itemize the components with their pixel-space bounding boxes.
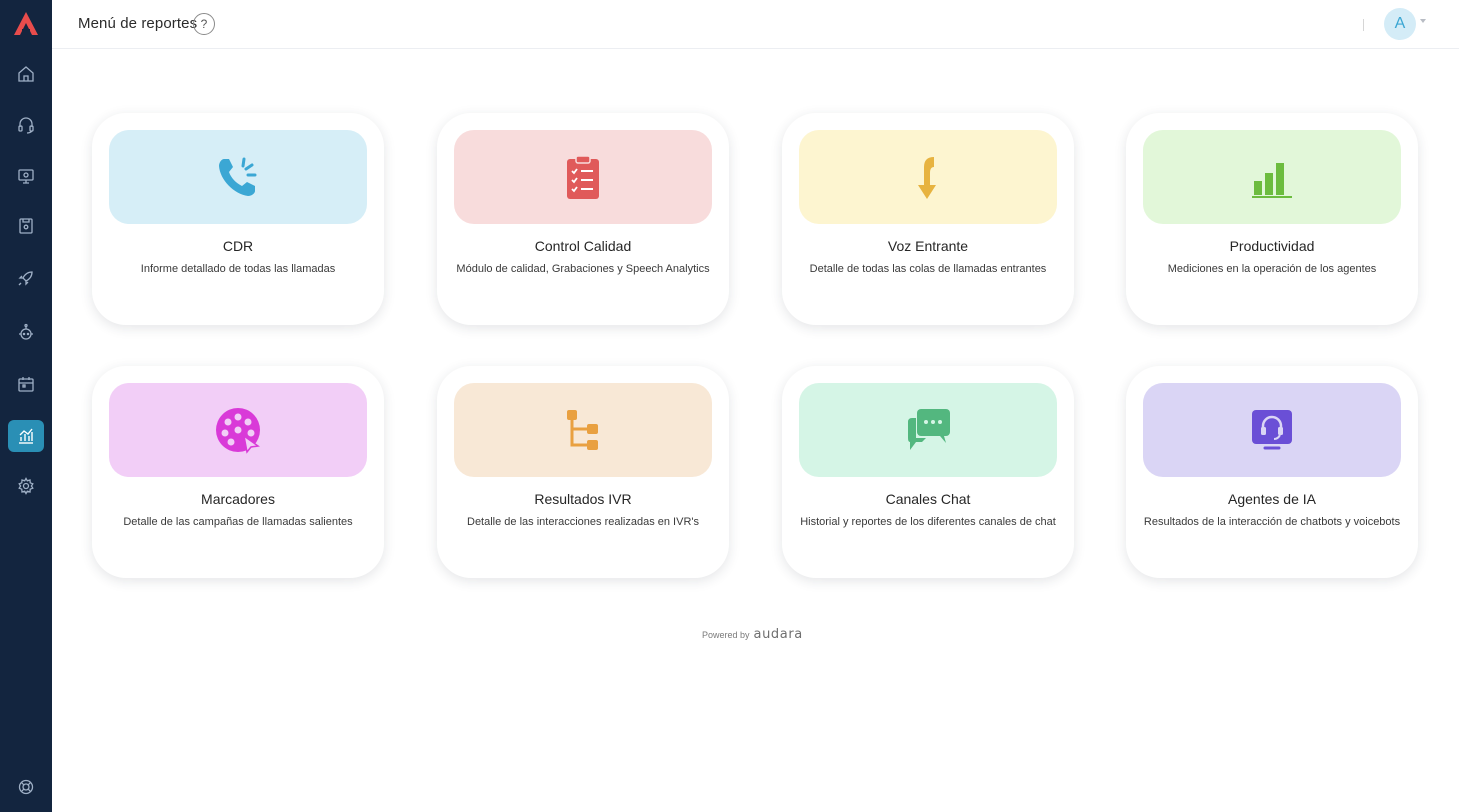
card-title: CDR (222, 238, 254, 254)
card-description: Detalle de todas las colas de llamadas e… (809, 263, 1047, 275)
sidebar-item-reports[interactable] (8, 420, 44, 452)
sidebar-item-bots[interactable] (8, 316, 44, 348)
powered-by-label: Powered by (702, 630, 750, 640)
card-description: Historial y reportes de los diferentes c… (800, 516, 1056, 528)
user-avatar[interactable]: A (1384, 8, 1416, 40)
card-description: Módulo de calidad, Grabaciones y Speech … (456, 263, 710, 275)
card-icon-tile (1143, 383, 1401, 477)
report-card-productividad[interactable]: Productividad Mediciones en la operación… (1126, 113, 1418, 325)
chat-bubbles-icon (908, 409, 950, 450)
home-icon (18, 66, 34, 82)
top-header: Menú de reportes ? A (52, 0, 1459, 49)
card-title: Productividad (1229, 238, 1315, 254)
card-icon-tile (454, 383, 712, 477)
sidebar-item-support[interactable] (8, 771, 44, 803)
contact-book-icon (19, 218, 33, 234)
card-description: Informe detallado de todas las llamadas (140, 263, 336, 275)
robot-icon (19, 323, 33, 340)
ai-agent-icon (1252, 410, 1292, 450)
card-description: Resultados de la interacción de chatbots… (1143, 516, 1401, 528)
card-icon-tile (109, 130, 367, 224)
help-button[interactable]: ? (193, 13, 215, 35)
card-icon-tile (109, 383, 367, 477)
clipboard-icon (567, 155, 599, 199)
card-title: Canales Chat (885, 491, 971, 507)
report-card-cdr[interactable]: CDR Informe detallado de todas las llama… (92, 113, 384, 325)
card-icon-tile (1143, 130, 1401, 224)
headset-icon (18, 117, 34, 134)
card-icon-tile (454, 130, 712, 224)
gear-icon (18, 477, 34, 495)
page-title: Menú de reportes (78, 15, 198, 32)
card-title: Control Calidad (534, 238, 632, 254)
brand-wordmark: audara (753, 627, 803, 642)
card-title: Agentes de IA (1228, 491, 1316, 507)
sidebar-item-agents[interactable] (8, 109, 44, 141)
dialer-icon (216, 408, 260, 454)
sidebar-item-settings[interactable] (8, 470, 44, 502)
card-title: Marcadores (201, 491, 275, 507)
report-card-control-calidad[interactable]: Control Calidad Módulo de calidad, Graba… (437, 113, 729, 325)
card-title: Resultados IVR (534, 491, 632, 507)
chart-icon (19, 428, 33, 444)
sidebar-item-calendar[interactable] (8, 368, 44, 400)
report-card-resultados-ivr[interactable]: Resultados IVR Detalle de las interaccio… (437, 366, 729, 578)
incoming-arrow-icon (918, 157, 936, 199)
card-icon-tile (799, 130, 1057, 224)
audara-logo-icon[interactable] (12, 10, 40, 38)
calendar-icon (18, 377, 34, 392)
sidebar-item-contacts[interactable] (8, 210, 44, 242)
card-description: Detalle de las interacciones realizadas … (467, 516, 699, 528)
sidebar-item-monitor[interactable] (8, 160, 44, 192)
report-card-canales-chat[interactable]: Canales Chat Historial y reportes de los… (782, 366, 1074, 578)
ivr-tree-icon (567, 410, 598, 450)
sidebar-item-home[interactable] (8, 58, 44, 90)
chevron-down-icon[interactable] (1420, 19, 1426, 23)
rocket-icon (18, 271, 33, 286)
lifebuoy-icon (18, 779, 34, 795)
footer: Powered by audara (702, 627, 803, 642)
card-title: Voz Entrante (887, 238, 969, 254)
card-icon-tile (799, 383, 1057, 477)
report-card-marcadores[interactable]: Marcadores Detalle de las campañas de ll… (92, 366, 384, 578)
sidebar (0, 0, 52, 812)
card-description: Mediciones en la operación de los agente… (1167, 263, 1377, 275)
phone-icon (219, 157, 257, 196)
header-divider (1363, 19, 1364, 31)
sidebar-item-campaigns[interactable] (8, 262, 44, 294)
report-card-voz-entrante[interactable]: Voz Entrante Detalle de todas las colas … (782, 113, 1074, 325)
monitor-icon (18, 169, 34, 184)
card-description: Detalle de las campañas de llamadas sali… (123, 516, 353, 528)
bar-chart-icon (1252, 163, 1292, 198)
report-card-agentes-ia[interactable]: Agentes de IA Resultados de la interacci… (1126, 366, 1418, 578)
